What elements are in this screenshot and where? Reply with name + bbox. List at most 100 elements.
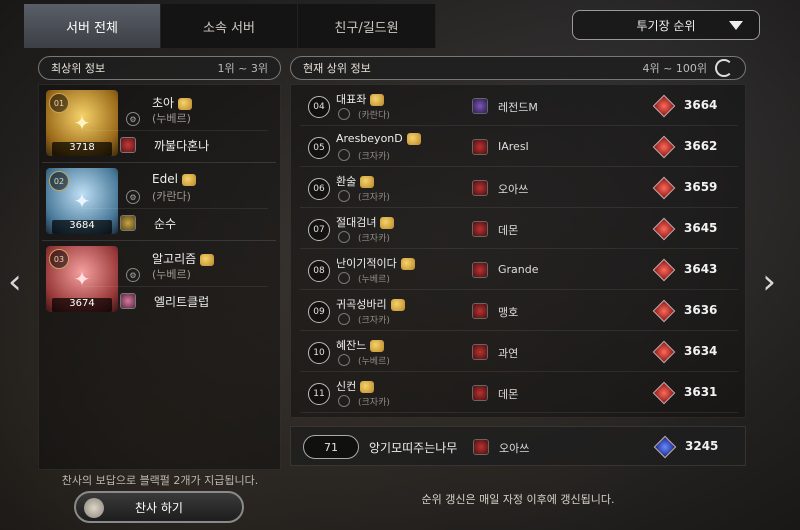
guild-name: 데몬 <box>498 388 519 401</box>
tab-all-servers[interactable]: 서버 전체 <box>24 4 161 48</box>
player-server: (누베르) <box>152 268 191 281</box>
next-page-arrow-icon[interactable]: › <box>762 262 776 302</box>
rank-score: 3662 <box>684 139 718 153</box>
player-name: 신컨 <box>336 378 375 394</box>
rank-row[interactable]: 07 절대검녀 (크자카) 데몬 3645 <box>300 209 738 249</box>
guild-emblem-icon <box>472 262 488 278</box>
player-server: (크자카) <box>358 234 390 244</box>
current-ranker-range: 4위 ~ 100위 <box>642 62 707 75</box>
rank-score: 3634 <box>684 344 718 358</box>
rank-number: 08 <box>308 260 330 282</box>
rank-number: 09 <box>308 301 330 323</box>
class-icon <box>338 108 350 120</box>
rank-row[interactable]: 09 귀곡성바리 (크자카) 맹호 3636 <box>300 291 738 331</box>
divider <box>42 240 276 241</box>
rank-row[interactable]: 11 신컨 (크자카) 데몬 3631 <box>300 373 738 413</box>
my-rank-row[interactable]: 71 앙기모띠주는나무 오아쓰 3245 <box>290 426 746 466</box>
trophy-icon <box>390 299 405 311</box>
rank-row[interactable]: 05 AresbeyonD (크자카) IAresI 3662 <box>300 127 738 167</box>
guild-emblem-icon <box>472 221 488 237</box>
chevron-down-icon <box>729 21 743 30</box>
my-rank-number: 71 <box>303 435 359 459</box>
tier-gem-icon <box>652 258 676 282</box>
class-icon <box>338 354 350 366</box>
trophy-icon <box>370 94 385 106</box>
player-name[interactable]: 알고리즘 <box>152 250 215 267</box>
guild-name: 레전드M <box>498 101 538 114</box>
guild-name: 오아쓰 <box>498 183 529 196</box>
guild-emblem-icon <box>472 139 488 155</box>
class-icon <box>338 149 350 161</box>
tier-gem-icon <box>652 340 676 364</box>
rank-number: 04 <box>308 96 330 118</box>
rank-score: 3659 <box>684 180 718 194</box>
guild-name: 까불다혼나 <box>154 139 210 153</box>
guild-name: 맹호 <box>498 306 519 319</box>
player-name: 혜잔느 <box>336 337 385 353</box>
guild-row[interactable]: 까불다혼나 <box>82 130 268 158</box>
rank-number: 10 <box>308 342 330 364</box>
rank-score: 3631 <box>684 385 718 399</box>
trophy-icon <box>406 133 421 145</box>
player-server: (누베르) <box>152 112 191 125</box>
player-name[interactable]: Edel <box>152 172 196 186</box>
rank-score: 3664 <box>684 98 718 112</box>
rank-number: 11 <box>308 383 330 405</box>
rank-number: 07 <box>308 219 330 241</box>
player-name: 대표좌 <box>336 91 385 107</box>
rank-row[interactable]: 10 혜잔느 (누베르) 과연 3634 <box>300 332 738 372</box>
current-ranker-header: 현재 상위 정보 4위 ~ 100위 <box>290 56 746 80</box>
ranking-type-dropdown[interactable]: 투기장 순위 <box>572 10 760 40</box>
guild-name: 과연 <box>498 347 519 360</box>
guild-name: 순수 <box>154 217 177 231</box>
rank-number: 05 <box>308 137 330 159</box>
trophy-icon <box>360 381 375 393</box>
rank-score: 3643 <box>684 262 718 276</box>
class-icon: ⚙ <box>126 268 140 282</box>
player-name[interactable]: 초아 <box>152 94 193 111</box>
player-server: (카란다) <box>152 190 191 203</box>
trophy-icon <box>380 217 395 229</box>
rank-number: 06 <box>308 178 330 200</box>
tab-friends-guild[interactable]: 친구/길드원 <box>298 4 436 48</box>
tribute-button-label: 찬사 하기 <box>135 500 183 515</box>
tier-gem-icon <box>652 381 676 405</box>
tier-gem-icon <box>652 176 676 200</box>
rank-row[interactable]: 08 난이기적이다 (누베르) Grande 3643 <box>300 250 738 290</box>
guild-emblem-icon <box>120 215 136 231</box>
player-server: (누베르) <box>358 275 390 285</box>
player-server: (크자카) <box>358 316 390 326</box>
refresh-icon[interactable] <box>715 59 733 77</box>
guild-emblem-icon <box>473 439 489 455</box>
rank-number: 01 <box>49 93 69 113</box>
player-name: 귀곡성바리 <box>336 296 405 312</box>
rank-row[interactable]: 06 환술 (크자카) 오아쓰 3659 <box>300 168 738 208</box>
guild-row[interactable]: 순수 <box>82 208 268 236</box>
rank-number: 03 <box>49 249 69 269</box>
player-server: (크자카) <box>358 193 390 203</box>
tribute-button[interactable]: 찬사 하기 <box>74 491 244 523</box>
guild-row[interactable]: 엘리트클럽 <box>82 286 268 314</box>
player-server: (크자카) <box>358 152 390 162</box>
top-ranker-header: 최상위 정보 1위 ~ 3위 <box>38 56 281 80</box>
player-server: (카란다) <box>358 111 390 121</box>
guild-emblem-icon <box>472 180 488 196</box>
guild-name: 데몬 <box>498 224 519 237</box>
class-icon <box>338 313 350 325</box>
tab-bar: 서버 전체 소속 서버 친구/길드원 <box>24 4 436 48</box>
prev-page-arrow-icon[interactable]: ‹ <box>8 262 22 302</box>
guild-emblem-icon <box>120 293 136 309</box>
class-icon: ⚙ <box>126 190 140 204</box>
player-name: 절대검녀 <box>336 214 395 230</box>
player-name: 환술 <box>336 173 375 189</box>
tribute-notice: 찬사의 보답으로 블랙펄 2개가 지급됩니다. <box>61 474 259 487</box>
trophy-icon <box>200 253 215 266</box>
tier-gem-icon <box>652 135 676 159</box>
class-icon <box>338 231 350 243</box>
trophy-icon <box>400 258 415 270</box>
tab-my-server[interactable]: 소속 서버 <box>161 4 298 48</box>
player-server: (크자카) <box>358 398 390 408</box>
rank-row[interactable]: 04 대표좌 (카란다) 레전드M 3664 <box>300 86 738 126</box>
guild-emblem-icon <box>472 385 488 401</box>
my-player-name: 앙기모띠주는나무 <box>369 441 458 455</box>
